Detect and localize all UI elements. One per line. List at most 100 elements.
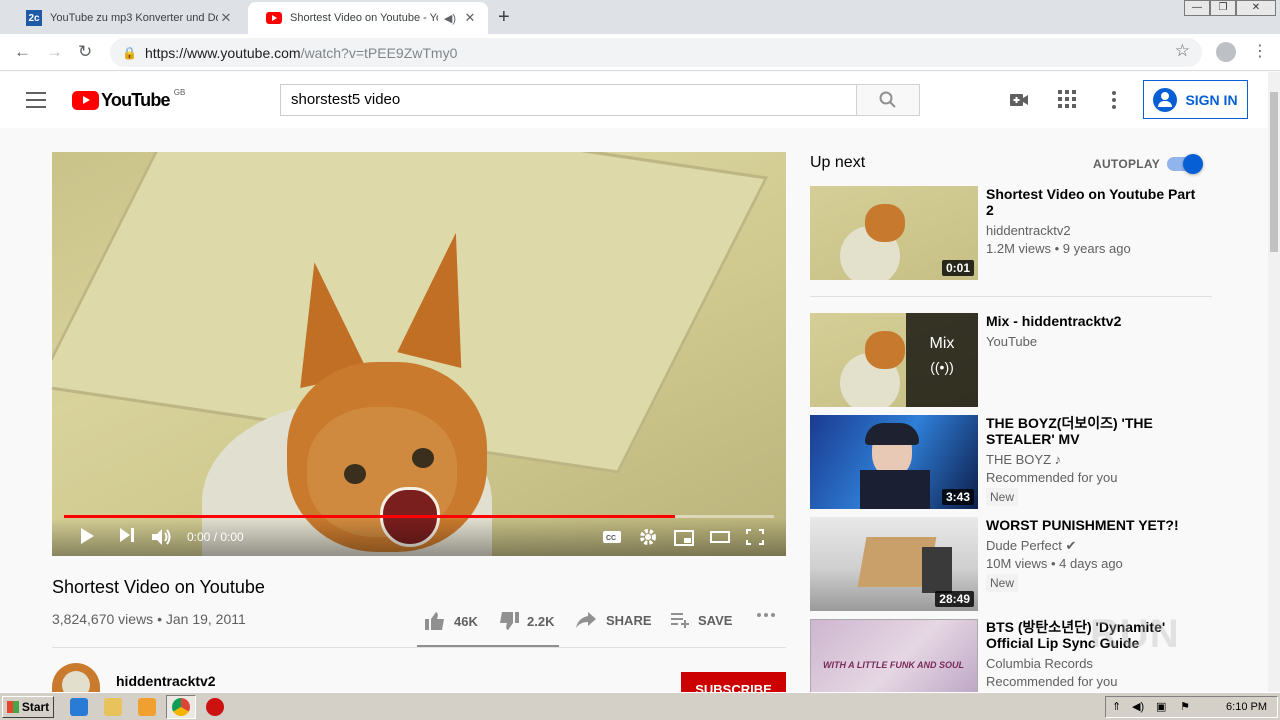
more-actions-button[interactable]	[756, 612, 776, 618]
chrome-icon	[172, 698, 190, 716]
youtube-header: YouTube GB shorstest5 video SIGN IN	[0, 72, 1268, 128]
recommendation-item[interactable]: Mix ((•)) Mix - hiddentracktv2 YouTube	[810, 313, 1212, 407]
taskbar-clock[interactable]: 6:10 PM	[1226, 701, 1267, 713]
channel-name: Dude Perfect ✔	[986, 538, 1077, 553]
close-icon[interactable]: ✕	[218, 10, 234, 26]
os-taskbar: Start ⇑ ◀) ▣ ⚑ 6:10 PM	[0, 692, 1280, 720]
divider	[52, 647, 786, 648]
settings-dots-icon[interactable]	[1108, 90, 1120, 110]
profile-avatar-icon[interactable]	[1216, 42, 1236, 62]
search-input[interactable]: shorstest5 video	[280, 84, 856, 116]
video-meta: 3,824,670 views • Jan 19, 2011	[52, 611, 246, 627]
like-count: 46K	[454, 613, 478, 629]
fullscreen-icon[interactable]	[746, 529, 764, 545]
video-thumbnail[interactable]: 0:01	[810, 186, 978, 280]
duration-badge: 28:49	[935, 591, 974, 607]
more-horizontal-icon	[757, 613, 775, 617]
divider	[810, 296, 1212, 297]
save-label: SAVE	[698, 612, 733, 628]
media-player-icon[interactable]	[138, 698, 156, 716]
channel-avatar[interactable]	[52, 663, 100, 692]
youtube-favicon-icon	[266, 10, 282, 26]
video-thumbnail[interactable]: 3:43	[810, 415, 978, 509]
search-icon	[879, 91, 896, 108]
window-close-icon[interactable]: ✕	[1236, 0, 1276, 16]
duration-badge: 0:01	[941, 260, 974, 276]
time-display: 0:00 / 0:00	[187, 530, 244, 544]
address-bar[interactable]: 🔒 https://www.youtube.com/watch?v=tPEE9Z…	[110, 38, 1202, 67]
maximize-icon[interactable]: ❐	[1210, 0, 1236, 16]
mix-label: Mix	[929, 335, 955, 352]
volume-icon[interactable]	[152, 528, 174, 546]
create-video-icon[interactable]	[1009, 90, 1029, 110]
forward-icon[interactable]: →	[46, 42, 63, 62]
channel-name[interactable]: hiddentracktv2	[116, 673, 216, 689]
page-scrollbar[interactable]	[1268, 72, 1280, 692]
tab-title: Shortest Video on Youtube - You	[290, 12, 438, 24]
search-button[interactable]	[856, 84, 920, 116]
start-label: Start	[21, 700, 50, 714]
save-button[interactable]: SAVE	[671, 612, 732, 628]
opera-icon[interactable]	[206, 698, 224, 716]
volume-tray-icon[interactable]: ◀)	[1132, 700, 1144, 713]
channel-name: THE BOYZ ♪	[986, 452, 1062, 467]
recommendation-item[interactable]: 28:49 WORST PUNISHMENT YET?! Dude Perfec…	[810, 517, 1212, 611]
autoplay-toggle[interactable]	[1167, 154, 1203, 174]
tab-youtube[interactable]: Shortest Video on Youtube - You ◀) ✕	[248, 2, 488, 34]
close-icon[interactable]: ✕	[462, 10, 478, 26]
video-thumbnail[interactable]: Mix ((•))	[810, 313, 978, 407]
youtube-logo[interactable]: YouTube GB	[72, 88, 185, 111]
sentiment-bar	[417, 645, 559, 647]
miniplayer-icon[interactable]	[674, 530, 694, 546]
recommendation-title[interactable]: WORST PUNISHMENT YET?!	[986, 517, 1206, 533]
bookmark-star-icon[interactable]: ☆	[1175, 41, 1190, 61]
view-meta: 1.2M views • 9 years ago	[986, 241, 1131, 256]
subscribe-button[interactable]: SUBSCRIBE	[681, 672, 786, 692]
internet-explorer-icon[interactable]	[70, 698, 88, 716]
browser-menu-icon[interactable]: ⋮	[1252, 41, 1268, 61]
scrollbar-thumb[interactable]	[1270, 92, 1278, 252]
recommendation-title[interactable]: THE BOYZ(더보이즈) 'THE STEALER' MV	[986, 415, 1206, 447]
share-button[interactable]: SHARE	[576, 612, 652, 628]
like-button[interactable]: 46K	[425, 612, 478, 630]
channel-name: hiddentracktv2	[986, 223, 1071, 238]
windows-logo-icon	[6, 701, 19, 713]
reload-icon[interactable]: ↻	[78, 42, 92, 62]
recommendation-item[interactable]: 3:43 THE BOYZ(더보이즈) 'THE STEALER' MV THE…	[810, 415, 1212, 509]
new-badge: New	[986, 574, 1019, 592]
tray-arrow-icon[interactable]: ⇑	[1112, 700, 1121, 713]
minimize-icon[interactable]: —	[1184, 0, 1210, 16]
play-icon[interactable]	[80, 528, 94, 544]
video-thumbnail[interactable]: 28:49	[810, 517, 978, 611]
dislike-button[interactable]: 2.2K	[499, 612, 554, 630]
theater-mode-icon[interactable]	[710, 531, 730, 543]
mix-overlay: Mix ((•))	[906, 313, 978, 407]
video-thumbnail[interactable]: WITH A LITTLE FUNK AND SOUL	[810, 619, 978, 692]
network-tray-icon[interactable]: ▣	[1156, 700, 1166, 713]
captions-icon[interactable]: CC	[602, 530, 622, 544]
recommendation-title[interactable]: Mix - hiddentracktv2	[986, 313, 1206, 329]
hamburger-menu-icon[interactable]	[26, 92, 46, 108]
chrome-taskbar-button[interactable]	[166, 695, 196, 719]
tab-converter[interactable]: 2c YouTube zu mp3 Konverter und Dow ✕	[8, 2, 244, 34]
lock-icon: 🔒	[122, 45, 137, 60]
recommendation-title[interactable]: Shortest Video on Youtube Part 2	[986, 186, 1206, 218]
sign-in-label: SIGN IN	[1185, 91, 1238, 108]
speaker-icon[interactable]: ◀)	[444, 12, 456, 25]
back-icon[interactable]: ←	[14, 42, 31, 62]
file-explorer-icon[interactable]	[104, 698, 122, 716]
recommendation-reason: Recommended for you	[986, 470, 1118, 485]
sign-in-button[interactable]: SIGN IN	[1143, 80, 1248, 119]
playlist-add-icon	[671, 613, 689, 628]
broadcast-icon: ((•))	[930, 359, 954, 375]
next-icon[interactable]	[120, 528, 134, 542]
video-player[interactable]: 0:00 / 0:00 CC	[52, 152, 786, 556]
new-tab-icon[interactable]: +	[498, 6, 510, 29]
flag-tray-icon[interactable]: ⚑	[1180, 700, 1190, 713]
share-icon	[576, 612, 596, 628]
settings-gear-icon[interactable]	[639, 528, 657, 546]
apps-grid-icon[interactable]	[1058, 90, 1076, 108]
watermark: RUN	[1090, 612, 1180, 656]
start-button[interactable]: Start	[2, 696, 54, 718]
recommendation-item[interactable]: 0:01 Shortest Video on Youtube Part 2 hi…	[810, 186, 1212, 280]
